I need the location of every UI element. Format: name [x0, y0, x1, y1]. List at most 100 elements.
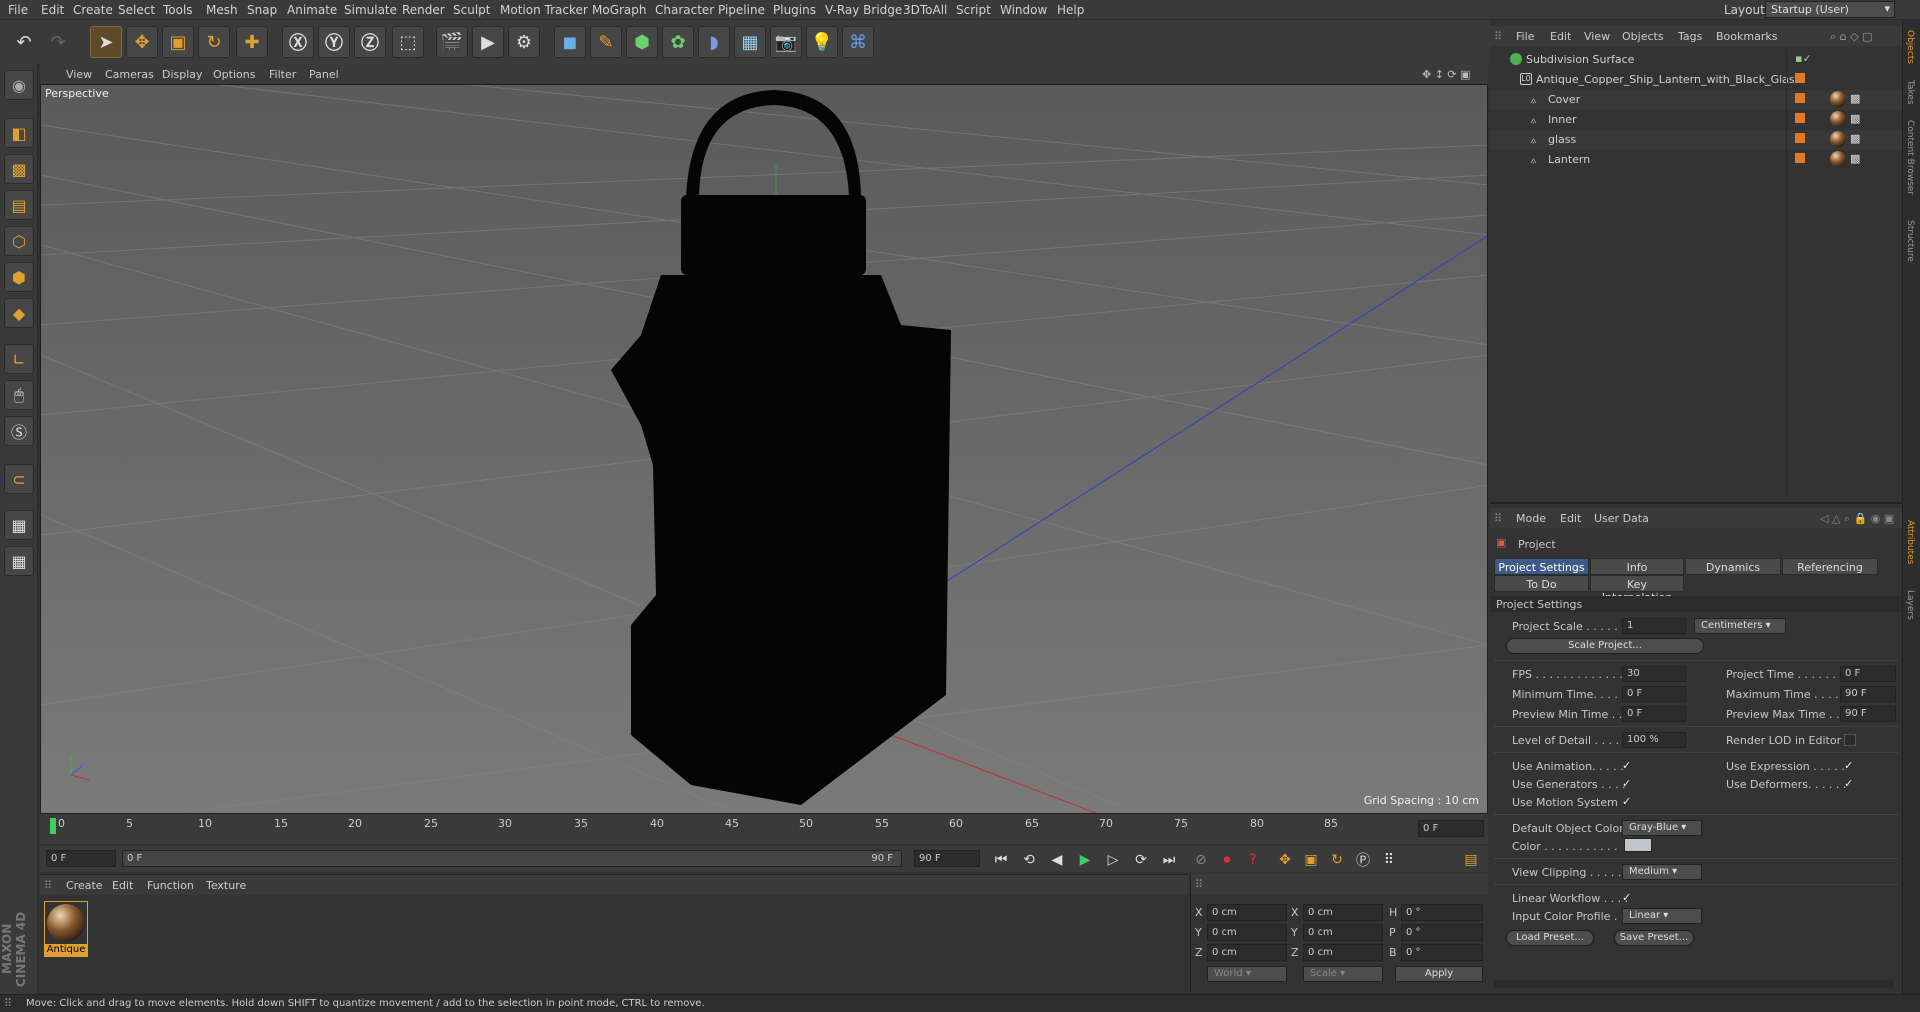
- material-menu-create[interactable]: Create: [66, 879, 103, 892]
- tab-objects[interactable]: Objects: [1905, 30, 1915, 64]
- position-z-field[interactable]: 0 cm: [1207, 944, 1287, 961]
- menu-simulate[interactable]: Simulate: [344, 3, 397, 17]
- preview-max-field[interactable]: 90 F: [1840, 706, 1896, 722]
- layer-color-icon[interactable]: [1795, 93, 1805, 103]
- material-tag-icon[interactable]: [1830, 91, 1846, 107]
- viewport-menu-filter[interactable]: Filter: [269, 68, 296, 81]
- scale-project-button[interactable]: Scale Project...: [1506, 638, 1704, 654]
- autokey-icon[interactable]: ?: [1242, 849, 1264, 871]
- viewport-menu-options[interactable]: Options: [213, 68, 255, 81]
- menu-script[interactable]: Script: [956, 3, 991, 17]
- linear-workflow-checkbox[interactable]: ✓: [1622, 892, 1634, 904]
- project-time-field[interactable]: 0 F: [1840, 666, 1896, 682]
- next-key-icon[interactable]: ⟳: [1130, 849, 1152, 871]
- horizontal-scrollbar[interactable]: [1494, 980, 1894, 988]
- object-row[interactable]: ⟑ Lantern ▩: [1490, 150, 1902, 170]
- timeline-playhead[interactable]: [50, 818, 56, 834]
- floor-icon[interactable]: ▦: [734, 26, 766, 58]
- array-icon[interactable]: ✿: [662, 26, 694, 58]
- goto-start-icon[interactable]: ⏮: [990, 849, 1012, 871]
- menu-file[interactable]: File: [8, 3, 28, 17]
- tab-dynamics[interactable]: Dynamics: [1685, 558, 1781, 575]
- render-picture-viewer-icon[interactable]: ▶: [472, 26, 504, 58]
- redo-icon[interactable]: ↷: [42, 26, 74, 58]
- key-pla-icon[interactable]: ⠿: [1378, 849, 1400, 871]
- menu-mesh[interactable]: Mesh: [206, 3, 238, 17]
- menu-mograph[interactable]: MoGraph: [592, 3, 647, 17]
- texture-tag-icon[interactable]: ▩: [1850, 132, 1860, 145]
- pen-icon[interactable]: ✎: [590, 26, 622, 58]
- search-icon[interactable]: ◁ △ ⌕ 🔒 ◉ ▣: [1820, 512, 1894, 526]
- rotation-b-field[interactable]: 0 °: [1401, 944, 1483, 961]
- solo-icon[interactable]: Ⓢ: [4, 416, 34, 446]
- end-frame-field[interactable]: 90 F: [914, 850, 980, 867]
- default-object-color-select[interactable]: Gray-Blue ▾: [1622, 820, 1702, 836]
- menu-window[interactable]: Window: [1000, 3, 1047, 17]
- size-x-field[interactable]: 0 cm: [1303, 904, 1383, 921]
- use-deformers-checkbox[interactable]: ✓: [1844, 778, 1856, 790]
- menu-sculpt[interactable]: Sculpt: [453, 3, 490, 17]
- menu-edit[interactable]: Edit: [41, 3, 64, 17]
- goto-end-icon[interactable]: ⏭: [1158, 849, 1180, 871]
- menu-tools[interactable]: Tools: [163, 3, 193, 17]
- workplane-icon[interactable]: ▤: [4, 190, 34, 220]
- tab-layers[interactable]: Layers: [1905, 590, 1915, 620]
- move-icon[interactable]: ✥: [126, 26, 158, 58]
- load-preset-button[interactable]: Load Preset...: [1506, 930, 1594, 946]
- prev-frame-icon[interactable]: ◀: [1046, 849, 1068, 871]
- preview-range-slider[interactable]: 0 F 90 F: [122, 850, 902, 867]
- size-mode-select[interactable]: Scale ▾: [1303, 966, 1383, 982]
- model-mode-icon[interactable]: ◧: [4, 118, 34, 148]
- current-frame-field[interactable]: 0 F: [1418, 820, 1484, 837]
- object-menu-edit[interactable]: Edit: [1550, 30, 1571, 43]
- menu-pipeline[interactable]: Pipeline: [718, 3, 765, 17]
- coordinate-mode-select[interactable]: World ▾: [1207, 966, 1287, 982]
- min-time-field[interactable]: 0 F: [1622, 686, 1686, 702]
- enable-check-icon[interactable]: ▪✓: [1795, 52, 1812, 65]
- project-scale-unit-select[interactable]: Centimeters ▾: [1694, 618, 1786, 634]
- next-frame-icon[interactable]: ▷: [1102, 849, 1124, 871]
- viewport-menu-panel[interactable]: Panel: [309, 68, 339, 81]
- attribute-menu-user-data[interactable]: User Data: [1594, 512, 1649, 525]
- edges-mode-icon[interactable]: ⬢: [4, 262, 34, 292]
- points-mode-icon[interactable]: ⬡: [4, 226, 34, 256]
- material-menu-edit[interactable]: Edit: [112, 879, 133, 892]
- project-scale-field[interactable]: 1: [1622, 618, 1686, 634]
- select-arrow-icon[interactable]: ➤: [90, 26, 122, 58]
- make-editable-icon[interactable]: ◉: [4, 70, 34, 100]
- tab-structure[interactable]: Structure: [1905, 220, 1915, 262]
- rotation-h-field[interactable]: 0 °: [1401, 904, 1483, 921]
- drag-handle-icon[interactable]: ⠿: [44, 879, 52, 892]
- start-frame-field[interactable]: 0 F: [46, 850, 116, 867]
- cube-icon[interactable]: ◼: [554, 26, 586, 58]
- object-menu-view[interactable]: View: [1584, 30, 1610, 43]
- menu-character[interactable]: Character: [655, 3, 714, 17]
- object-row[interactable]: L0 Antique_Copper_Ship_Lantern_with_Blac…: [1490, 70, 1902, 90]
- layer-color-icon[interactable]: [1795, 133, 1805, 143]
- menu-plugins[interactable]: Plugins: [773, 3, 816, 17]
- material-swatch[interactable]: Antique: [44, 901, 88, 957]
- position-y-field[interactable]: 0 cm: [1207, 924, 1287, 941]
- record-icon[interactable]: ⏺: [1216, 849, 1238, 871]
- menu-help[interactable]: Help: [1057, 3, 1084, 17]
- axis-mode-icon[interactable]: ∟: [4, 344, 34, 374]
- attribute-menu-edit[interactable]: Edit: [1560, 512, 1581, 525]
- texture-mode-icon[interactable]: ▩: [4, 154, 34, 184]
- tweak-mode-icon[interactable]: 🖱: [4, 380, 34, 410]
- z-axis-icon[interactable]: Ⓩ: [354, 26, 386, 58]
- texture-tag-icon[interactable]: ▩: [1850, 112, 1860, 125]
- scale-icon[interactable]: ▣: [162, 26, 194, 58]
- rotation-p-field[interactable]: 0 °: [1401, 924, 1483, 941]
- snap-magnet-icon[interactable]: ⊂: [4, 464, 34, 494]
- camera-icon[interactable]: 📷: [770, 26, 802, 58]
- key-rotation-icon[interactable]: ↻: [1326, 849, 1348, 871]
- menu-create[interactable]: Create: [73, 3, 113, 17]
- texture-tag-icon[interactable]: ▩: [1850, 152, 1860, 165]
- python-icon[interactable]: ⌘: [842, 26, 874, 58]
- layer-color-icon[interactable]: [1795, 153, 1805, 163]
- search-icon[interactable]: ⌕ ⌂ ◇ ▢: [1830, 30, 1873, 44]
- material-tag-icon[interactable]: [1830, 151, 1846, 167]
- fps-field[interactable]: 30: [1622, 666, 1686, 682]
- use-generators-checkbox[interactable]: ✓: [1622, 778, 1634, 790]
- menu-snap[interactable]: Snap: [247, 3, 277, 17]
